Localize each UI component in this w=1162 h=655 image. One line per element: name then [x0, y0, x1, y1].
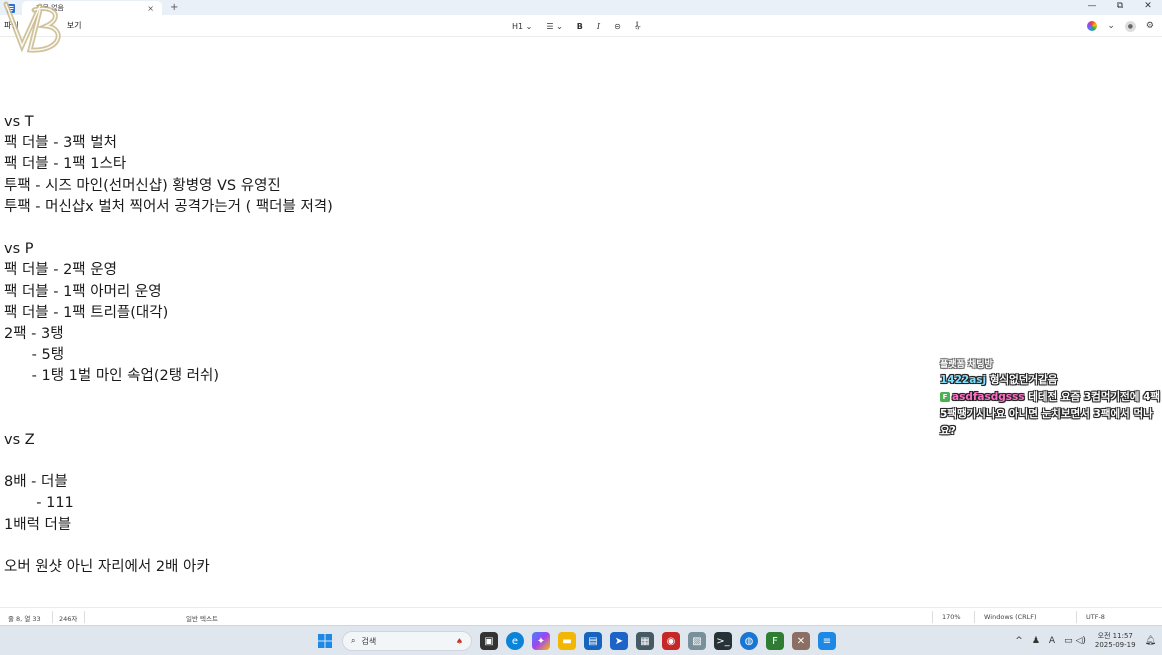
title-bar: 제목 없음 × + — ⧉ ✕ — [0, 0, 1162, 15]
document-line: 오버 원샷 아닌 자리에서 2배 아카 — [4, 558, 210, 575]
notification-bell-icon[interactable]: 🔔︎ — [1145, 636, 1156, 646]
document-line: 1배럭 더블 — [4, 516, 72, 533]
tray-overflow-chevron-icon[interactable]: ^ — [1015, 636, 1023, 646]
chat-message: 1422asj 형식없던거같음 — [940, 372, 1162, 389]
document-tab[interactable]: 제목 없음 × — [22, 1, 162, 15]
document-line: vs T — [4, 114, 34, 130]
copilot-chevron-icon[interactable]: ⌄ — [1107, 21, 1115, 31]
windows-start-icon[interactable] — [316, 632, 334, 650]
edge-browser-icon[interactable]: e — [506, 632, 524, 650]
task-view-icon[interactable]: ▣ — [480, 632, 498, 650]
taskbar-search-box[interactable]: ⌕ 검색 ♠ — [342, 631, 472, 651]
menu-file[interactable]: 파일 — [4, 20, 19, 31]
bold-button[interactable]: B — [577, 22, 583, 31]
network-volume-icon[interactable]: ▭ ◁) — [1064, 636, 1086, 646]
menu-view[interactable]: 보기 — [67, 20, 82, 31]
search-placeholder: 검색 — [361, 636, 377, 646]
new-tab-button[interactable]: + — [170, 1, 178, 15]
document-line: 팩 더블 - 1팩 트리플(대각) — [4, 304, 169, 321]
line-ending[interactable]: Windows (CRLF) — [984, 613, 1037, 621]
clock[interactable]: 오전 11:57 2025-09-19 — [1095, 632, 1136, 650]
file-explorer-icon[interactable]: ▬ — [558, 632, 576, 650]
account-avatar[interactable]: ● — [1124, 20, 1136, 32]
search-icon: ⌕ — [351, 636, 356, 645]
store-icon[interactable]: ▤ — [584, 632, 602, 650]
input-language-icon[interactable]: A — [1049, 636, 1055, 646]
document-line: vs P — [4, 241, 34, 258]
document-line: 팩 더블 - 1팩 아머리 운영 — [4, 283, 162, 300]
app-f-icon[interactable]: F — [766, 632, 784, 650]
menu-bar: 파일 보기 H1 ⌄ ☰ ⌄ B I ⊝ ᢤ ⌄ ● ⚙ — [0, 15, 1162, 37]
cursor-position: 줄 8, 열 33 — [8, 615, 41, 623]
document-line: 팩 더블 - 1팩 1스타 — [4, 156, 127, 173]
chat-overlay-title: 플랫폼 채팅방 — [940, 360, 993, 370]
formatting-toolbar: H1 ⌄ ☰ ⌄ B I ⊝ ᢤ — [512, 15, 641, 37]
notepad-app-icon — [4, 2, 18, 15]
chat-username: asdfasdgsss — [952, 391, 1025, 403]
text-format: 일반 텍스트 — [186, 615, 218, 623]
fan-badge-icon: F — [940, 392, 950, 402]
tab-close-icon[interactable]: × — [147, 4, 154, 13]
system-tray: ^ ♟ A ▭ ◁) 오전 11:57 2025-09-19 🔔︎ — [1015, 629, 1156, 653]
document-line: - 1탱 1벌 마인 속업(2탱 러쉬) — [4, 368, 219, 385]
maximize-button[interactable]: ⧉ — [1106, 0, 1134, 14]
notepad-taskbar-icon[interactable]: ≡ — [818, 632, 836, 650]
document-line: vs Z — [4, 431, 35, 448]
taskbar-apps: ⌕ 검색 ♠ ▣ e ✦ ▬ ▤ ➤ ▦ ◉ ▨ >_ ◍ F ✕ ≡ — [316, 630, 836, 652]
tab-title: 제목 없음 — [36, 4, 64, 12]
calculator-icon[interactable]: ▦ — [636, 632, 654, 650]
photos-icon[interactable]: ▨ — [688, 632, 706, 650]
app-blue-arrow-icon[interactable]: ➤ — [610, 632, 628, 650]
document-text-area[interactable]: vs T 팩 더블 - 3팩 벌처팩 더블 - 1팩 1스타투팩 - 시즈 마인(… — [4, 112, 904, 578]
clock-date: 2025-09-19 — [1094, 641, 1136, 649]
list-dropdown[interactable]: ☰ ⌄ — [546, 22, 562, 31]
chat-overlay: 플랫폼 채팅방 1422asj 형식없던거같음 Fasdfasdgsss 테테전… — [940, 358, 1162, 440]
document-line: 투팩 - 머신샵x 벌처 찍어서 공격가는거 ( 팩더블 저격) — [4, 198, 333, 215]
character-count: 246자 — [59, 615, 78, 623]
chrome-icon[interactable]: ◉ — [662, 632, 680, 650]
italic-button[interactable]: I — [597, 22, 600, 31]
document-line: 팩 더블 - 2팩 운영 — [4, 262, 117, 279]
window-controls: — ⧉ ✕ — [1078, 0, 1162, 14]
copilot-icon[interactable] — [1087, 21, 1098, 31]
clear-formatting-icon[interactable]: ᢤ — [635, 19, 641, 33]
game-app-icon[interactable]: ✕ — [792, 632, 810, 650]
taskbar: ⌕ 검색 ♠ ▣ e ✦ ▬ ▤ ➤ ▦ ◉ ▨ >_ ◍ F ✕ ≡ ^ ♟ … — [0, 625, 1162, 655]
settings-gear-icon[interactable]: ⚙ — [1146, 21, 1154, 31]
clock-time: 오전 11:57 — [1097, 632, 1133, 640]
close-window-button[interactable]: ✕ — [1134, 0, 1162, 14]
chat-text: 형식없던거같음 — [986, 374, 1058, 386]
search-highlight-icon: ♠ — [455, 636, 463, 646]
document-line: 2팩 - 3탱 — [4, 325, 64, 342]
link-icon[interactable]: ⊝ — [614, 22, 621, 31]
document-line: 8배 - 더블 — [4, 474, 68, 491]
document-line: 투팩 - 시즈 마인(선머신샵) 황병영 VS 유영진 — [4, 177, 281, 194]
document-line: - 5탱 — [4, 347, 65, 364]
document-line: - 111 — [4, 495, 74, 512]
terminal-icon[interactable]: >_ — [714, 632, 732, 650]
chat-username: 1422asj — [940, 374, 987, 386]
status-bar: 줄 8, 열 33 246자 일반 텍스트 170% Windows (CRLF… — [0, 607, 1162, 625]
chat-message: Fasdfasdgsss 테테전 요즘 3컴먹기전에 4팩5팩땡기시나요 아니면… — [940, 389, 1162, 440]
minimize-button[interactable]: — — [1078, 0, 1106, 14]
zoom-level[interactable]: 170% — [942, 613, 961, 621]
profile-icon[interactable]: ♟ — [1032, 636, 1040, 646]
heading-dropdown[interactable]: H1 ⌄ — [512, 22, 532, 31]
encoding[interactable]: UTF-8 — [1086, 613, 1105, 621]
app-circle-icon[interactable]: ◍ — [740, 632, 758, 650]
toolbar-right: ⌄ ● ⚙ — [1087, 15, 1154, 37]
document-line: 팩 더블 - 3팩 벌처 — [4, 135, 117, 152]
copilot-app-icon[interactable]: ✦ — [532, 632, 550, 650]
